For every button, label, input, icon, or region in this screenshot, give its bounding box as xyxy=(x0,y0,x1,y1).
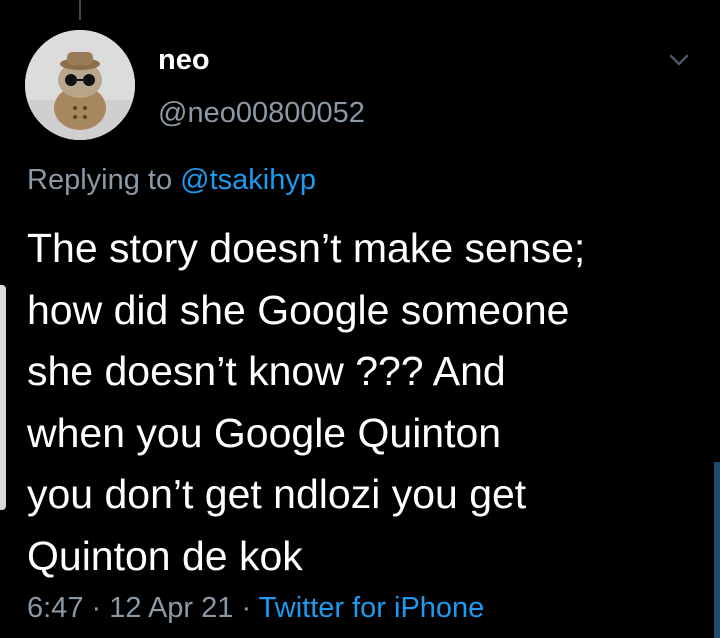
tweet-metadata: 6:47 · 12 Apr 21 · Twitter for iPhone xyxy=(27,592,484,625)
replying-to-line: Replying to @tsakihyp xyxy=(27,164,316,197)
replying-to-mention-link[interactable]: @tsakihyp xyxy=(180,164,316,196)
meta-separator: · xyxy=(233,592,259,624)
avatar-image xyxy=(25,30,135,140)
tweet-date[interactable]: 12 Apr 21 xyxy=(109,592,233,624)
left-edge-indicator xyxy=(0,285,6,510)
scroll-indicator[interactable] xyxy=(714,462,720,638)
avatar[interactable] xyxy=(25,30,135,140)
thread-connector-line xyxy=(79,0,81,20)
tweet-text: The story doesn’t make sense; how did sh… xyxy=(27,225,586,579)
meta-separator: · xyxy=(83,592,110,624)
replying-to-label: Replying to xyxy=(27,164,181,196)
user-handle[interactable]: @neo00800052 xyxy=(158,97,365,130)
tweet-source-link[interactable]: Twitter for iPhone xyxy=(259,592,485,624)
tweet-time[interactable]: 6:47 xyxy=(27,592,83,624)
more-options-button[interactable] xyxy=(664,48,694,72)
display-name[interactable]: neo xyxy=(158,44,210,77)
chevron-down-icon xyxy=(669,54,689,66)
